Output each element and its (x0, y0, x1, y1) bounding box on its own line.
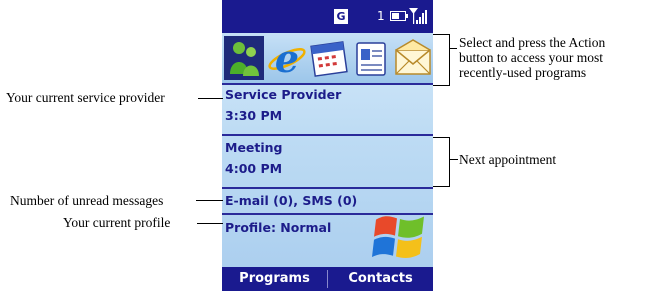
current-profile: Profile: Normal (225, 220, 332, 235)
appointment-time: 4:00 PM (225, 161, 283, 176)
bracket-line (449, 137, 450, 187)
leader-line (449, 48, 457, 49)
bracket-line (433, 85, 450, 86)
callout-next-appointment: Next appointment (459, 152, 557, 167)
internet-explorer-icon[interactable]: e (267, 36, 307, 80)
callout-text-line: button to access your most (459, 50, 603, 65)
leader-line (449, 159, 458, 160)
bracket-line (449, 34, 450, 86)
callout-recent-programs: Select and press the Action button to ac… (459, 35, 605, 80)
leader-line (196, 200, 223, 201)
service-provider-name: Service Provider (225, 87, 342, 102)
msn-messenger-icon[interactable] (224, 36, 264, 80)
appointment-title: Meeting (225, 140, 283, 155)
softkey-bar: Programs Contacts (222, 267, 433, 291)
messaging-envelope-icon[interactable] (393, 36, 433, 80)
callout-unread-messages: Number of unread messages (10, 193, 164, 208)
divider (222, 187, 433, 189)
appointment-section[interactable]: Meeting 4:00 PM (222, 140, 433, 187)
callout-text-line: Select and press the Action (459, 35, 606, 50)
leader-line (198, 98, 223, 99)
calendar-icon[interactable] (309, 36, 349, 80)
network-type-badge: G (334, 9, 348, 24)
bracket-line (433, 34, 450, 35)
battery-icon (390, 11, 408, 21)
unread-messages-summary: E-mail (0), SMS (0) (225, 193, 358, 208)
service-provider-section[interactable]: Service Provider 3:30 PM (222, 87, 433, 134)
divider (222, 134, 433, 136)
signal-strength-icon (409, 8, 427, 24)
line-number: 1 (377, 9, 385, 23)
svg-text:e: e (275, 36, 299, 80)
leader-line (197, 223, 223, 224)
programs-softkey[interactable]: Programs (222, 267, 327, 291)
bracket-line (433, 137, 450, 138)
callout-service-provider: Your current service provider (6, 90, 165, 105)
recent-programs-bar: e (222, 33, 433, 85)
current-time: 3:30 PM (225, 108, 283, 123)
callout-profile: Your current profile (63, 215, 171, 230)
callout-text-line: recently-used programs (459, 65, 587, 80)
status-bar: G 1 (222, 0, 433, 33)
bracket-line (433, 186, 450, 187)
phone-screen: G 1 e Service Provider 3:30 PM Meeting 4… (222, 0, 433, 291)
windows-flag-icon (372, 216, 424, 258)
contacts-card-icon[interactable] (351, 36, 391, 80)
contacts-softkey[interactable]: Contacts (328, 267, 433, 291)
